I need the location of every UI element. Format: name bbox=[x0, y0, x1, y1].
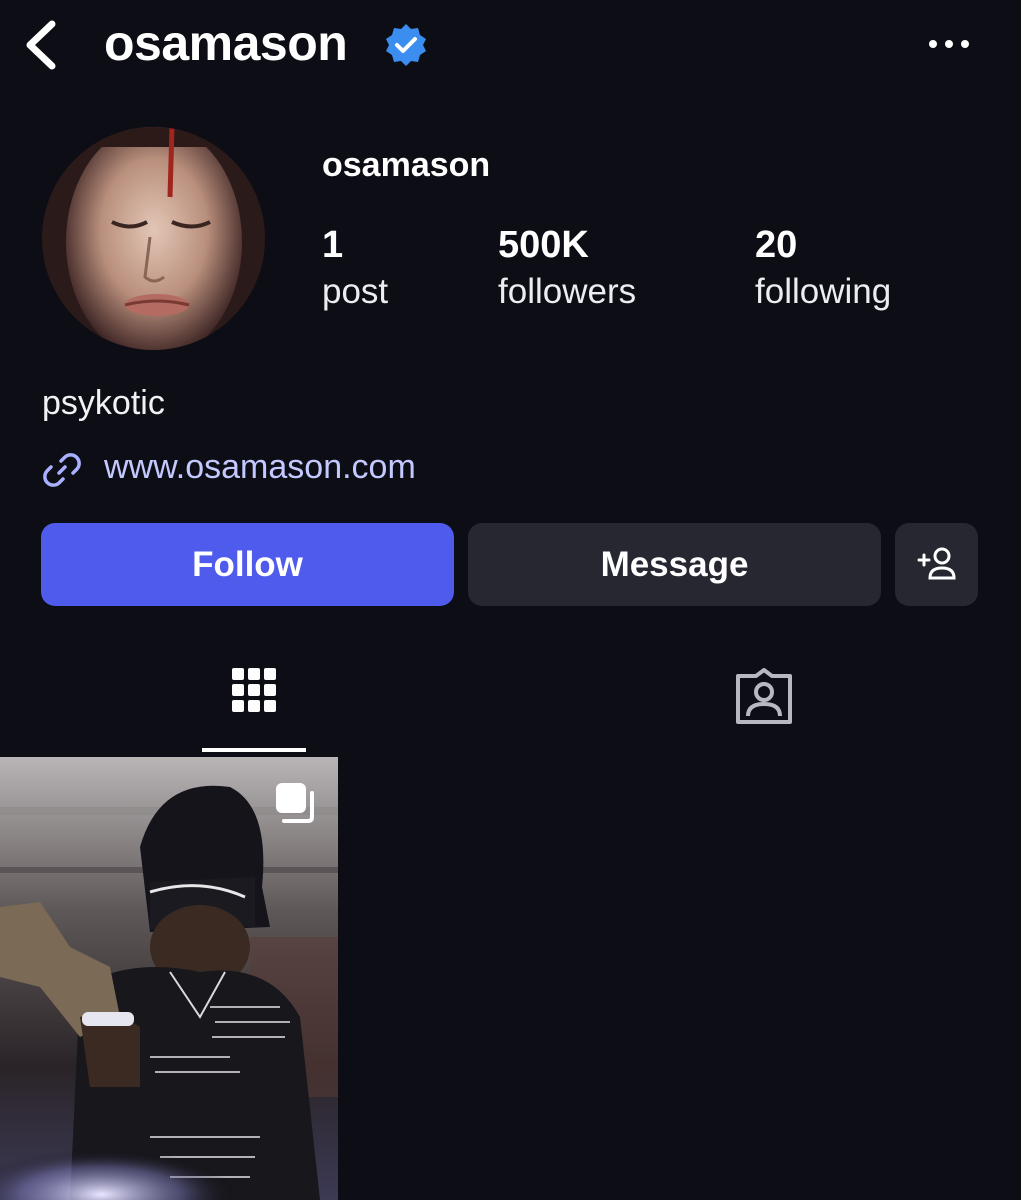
header-username: osamason bbox=[104, 15, 348, 71]
stat-followers[interactable]: 500K followers bbox=[498, 222, 636, 316]
bio-text: psykotic bbox=[42, 384, 165, 422]
profile-link-text[interactable]: www.osamason.com bbox=[104, 444, 416, 490]
grid-icon bbox=[232, 668, 276, 712]
stat-following-value: 20 bbox=[755, 224, 798, 266]
avatar-image bbox=[42, 127, 265, 350]
follow-button[interactable]: Follow bbox=[41, 523, 454, 606]
message-button[interactable]: Message bbox=[468, 523, 881, 606]
active-tab-indicator bbox=[202, 748, 306, 752]
add-person-icon bbox=[917, 547, 956, 580]
verified-badge-icon bbox=[386, 24, 426, 66]
back-button[interactable] bbox=[20, 20, 64, 70]
stat-following[interactable]: 20 following bbox=[755, 222, 891, 316]
stat-posts-value: 1 bbox=[322, 224, 344, 266]
post-thumbnail[interactable] bbox=[0, 757, 338, 1200]
add-person-button[interactable] bbox=[895, 523, 978, 606]
stat-following-label: following bbox=[755, 272, 892, 311]
tab-tagged[interactable] bbox=[712, 656, 816, 756]
avatar[interactable] bbox=[42, 127, 265, 350]
tab-posts-grid[interactable] bbox=[202, 656, 306, 756]
stat-posts[interactable]: 1 post bbox=[322, 222, 388, 316]
stat-posts-label: post bbox=[322, 272, 389, 311]
profile-name: osamason bbox=[322, 146, 491, 184]
stat-followers-value: 500K bbox=[498, 224, 589, 266]
link-icon bbox=[43, 453, 81, 487]
stat-followers-label: followers bbox=[498, 272, 637, 311]
tagged-person-icon bbox=[736, 668, 792, 724]
chevron-left-icon bbox=[26, 20, 56, 70]
more-options-button[interactable] bbox=[922, 24, 976, 64]
profile-header: osamason bbox=[0, 0, 1021, 90]
multiple-images-icon bbox=[276, 783, 314, 823]
more-horizontal-icon bbox=[929, 40, 969, 48]
